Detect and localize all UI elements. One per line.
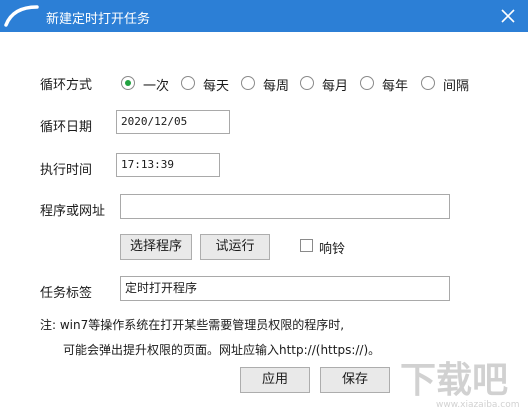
ring-label: 响铃 (319, 242, 346, 257)
radio-selected-dot (125, 80, 131, 86)
close-icon (501, 9, 515, 23)
radio-circle (121, 76, 135, 90)
note-line-1: 注: win7等操作系统在打开某些需要管理员权限的程序时, (40, 318, 345, 332)
save-button[interactable]: 保存 (320, 367, 390, 393)
apply-button[interactable]: 应用 (240, 367, 310, 393)
radio-circle (241, 76, 255, 90)
time-label: 执行时间 (40, 163, 93, 178)
radio-circle (300, 76, 314, 90)
ring-checkbox[interactable] (300, 239, 313, 252)
watermark-url: www.xiazaiba.com (436, 400, 520, 410)
program-label: 程序或网址 (40, 204, 106, 219)
watermark-text: 下载吧 (400, 360, 508, 401)
watermark-logo: 下载吧 www.xiazaiba.com (400, 360, 520, 410)
date-label: 循环日期 (40, 120, 93, 135)
trial-run-button[interactable]: 试运行 (200, 234, 270, 260)
choose-program-button[interactable]: 选择程序 (120, 234, 192, 260)
task-label-input[interactable]: 定时打开程序 (120, 276, 450, 301)
radio-label: 每月 (322, 79, 349, 94)
title-bar: 新建定时打开任务 (0, 0, 528, 32)
radio-circle (181, 76, 195, 90)
task-label-label: 任务标签 (40, 286, 93, 301)
time-input[interactable]: 17:13:39 (116, 153, 220, 177)
date-input[interactable]: 2020/12/05 (116, 110, 230, 134)
radio-label: 一次 (143, 79, 170, 94)
close-button[interactable] (488, 0, 528, 32)
app-logo-icon (4, 5, 39, 27)
radio-circle (360, 76, 374, 90)
program-input[interactable] (120, 194, 450, 219)
radio-label: 每年 (382, 79, 409, 94)
window-title: 新建定时打开任务 (46, 12, 151, 27)
radio-circle (421, 76, 435, 90)
mode-label: 循环方式 (40, 78, 93, 93)
radio-label: 每周 (263, 79, 290, 94)
radio-label: 每天 (203, 79, 230, 94)
note-line-2: 可能会弹出提升权限的页面。网址应输入http://(https://)。 (63, 343, 381, 357)
radio-label: 间隔 (443, 79, 470, 94)
